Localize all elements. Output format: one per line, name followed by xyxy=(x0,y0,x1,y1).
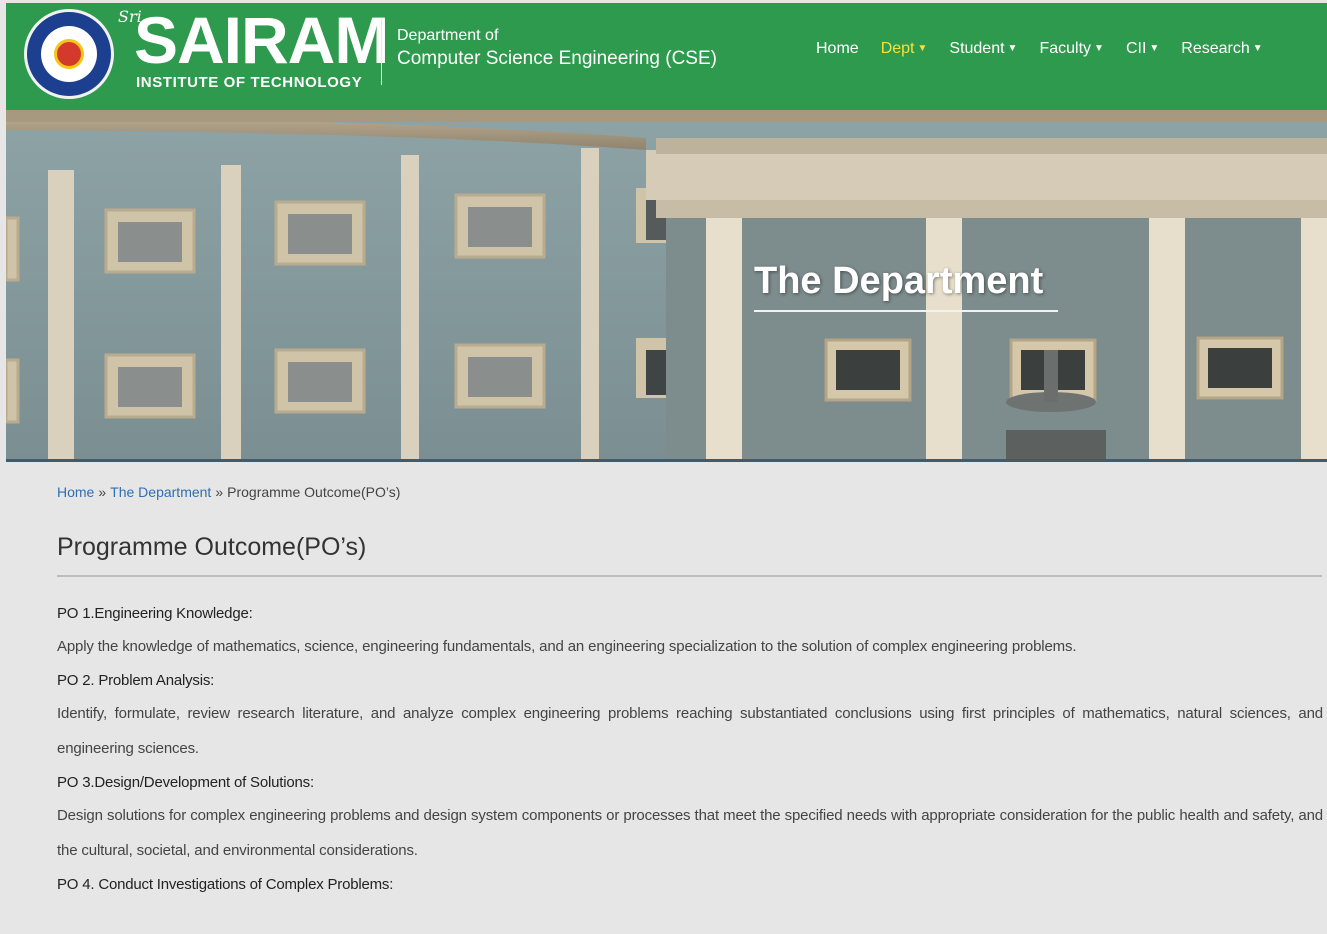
breadcrumb-department[interactable]: The Department xyxy=(110,484,211,500)
nav-student[interactable]: Student ▼ xyxy=(949,40,1017,64)
breadcrumb-separator: » xyxy=(98,484,107,500)
po-heading: PO 2. Problem Analysis: xyxy=(57,672,215,689)
breadcrumb: Home» The Department» Programme Outcome(PO… xyxy=(57,484,400,500)
nav-home[interactable]: Home xyxy=(816,40,859,64)
nav-dept-label: Dept xyxy=(880,40,915,57)
page: Sri SAIRAM INSTITUTE OF TECHNOLOGY Depar… xyxy=(6,3,1327,934)
nav-cii[interactable]: CII ▼ xyxy=(1126,40,1159,64)
building-photo xyxy=(6,110,1327,459)
nav-faculty-label: Faculty xyxy=(1039,40,1092,57)
breadcrumb-home[interactable]: Home xyxy=(57,484,94,500)
brand-divider xyxy=(381,19,382,85)
outcome-list: PO 1.Engineering Knowledge: Apply the kn… xyxy=(57,602,1323,896)
po-heading: PO 1.Engineering Knowledge: xyxy=(57,605,253,622)
nav-home-label: Home xyxy=(816,40,859,57)
caret-down-icon: ▼ xyxy=(1149,43,1160,55)
main-nav: Home Dept ▼ Student ▼ Faculty ▼ CII ▼ Resear… xyxy=(816,40,1285,64)
institute-seal-logo[interactable] xyxy=(24,9,114,99)
hero-banner: The Department xyxy=(6,110,1327,459)
dept-line-2: Computer Science Engineering (CSE) xyxy=(397,48,717,69)
brand-name[interactable]: SAIRAM xyxy=(134,5,389,75)
po-description: Identify, formulate, review research lit… xyxy=(57,705,1323,757)
caret-down-icon: ▼ xyxy=(917,43,928,55)
dept-line-1: Department of xyxy=(397,27,499,44)
brand-subtitle: INSTITUTE OF TECHNOLOGY xyxy=(136,74,363,91)
page-title: Programme Outcome(PO’s) xyxy=(57,533,367,561)
breadcrumb-current: Programme Outcome(PO’s) xyxy=(227,484,401,500)
po-heading: PO 3.Design/Development of Solutions: xyxy=(57,774,314,791)
nav-research-label: Research xyxy=(1181,40,1250,57)
seal-emblem-icon xyxy=(54,39,84,69)
banner-bottom-border xyxy=(6,459,1327,462)
nav-faculty[interactable]: Faculty ▼ xyxy=(1039,40,1103,64)
site-header: Sri SAIRAM INSTITUTE OF TECHNOLOGY Depar… xyxy=(6,3,1327,110)
nav-student-label: Student xyxy=(949,40,1005,57)
po-description: Design solutions for complex engineering… xyxy=(57,807,1323,859)
title-divider xyxy=(57,575,1322,577)
nav-dept[interactable]: Dept ▼ xyxy=(881,40,928,64)
caret-down-icon: ▼ xyxy=(1094,43,1104,55)
nav-cii-label: CII xyxy=(1125,40,1147,57)
nav-research[interactable]: Research ▼ xyxy=(1181,40,1262,64)
breadcrumb-separator: » xyxy=(215,484,224,500)
banner-title-underline xyxy=(754,310,1058,312)
caret-down-icon: ▼ xyxy=(1007,43,1018,55)
caret-down-icon: ▼ xyxy=(1252,43,1263,55)
seal-inner xyxy=(41,26,97,82)
banner-title: The Department xyxy=(754,260,1044,302)
po-heading: PO 4. Conduct Investigations of Complex … xyxy=(57,876,394,893)
po-description: Apply the knowledge of mathematics, scie… xyxy=(57,638,1077,655)
